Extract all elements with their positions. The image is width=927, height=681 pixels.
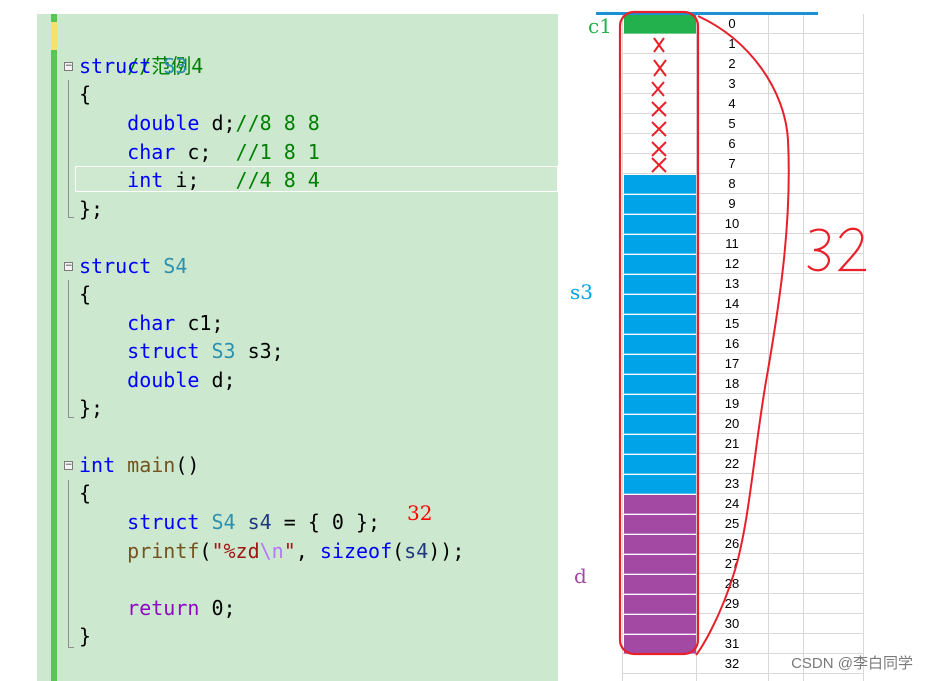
fold-guide-s4 [68, 280, 74, 418]
variable: s4 [404, 539, 429, 563]
keyword: int [127, 168, 164, 192]
code-line: double d;//8 8 8 [79, 109, 320, 137]
code-line: { [79, 479, 91, 507]
fold-toggle-s3[interactable]: − [64, 62, 73, 71]
handwritten-annotations [618, 10, 866, 656]
code-line: } [79, 622, 91, 650]
code-line: return 0; [79, 594, 236, 622]
keyword: struct [127, 339, 200, 363]
size-brace [695, 15, 790, 656]
code-line-struct-s4: struct S4 [79, 252, 187, 280]
function-name: printf [127, 539, 200, 563]
string-literal: "%zd [211, 539, 260, 563]
identifier: d; [199, 111, 236, 135]
watermark: CSDN @李白同学 [791, 655, 913, 672]
type-name: S3 [163, 54, 188, 78]
type-name: S3 [211, 339, 236, 363]
padding-marks [651, 37, 667, 173]
keyword: char [127, 311, 176, 335]
string-literal: " [283, 539, 296, 563]
initializer: = { 0 }; [271, 510, 381, 534]
identifier: c; [175, 140, 236, 164]
paren: )); [428, 539, 465, 563]
keyword: double [127, 368, 200, 392]
fold-guide-main [68, 480, 74, 648]
code-line: { [79, 80, 91, 108]
type-name: S4 [211, 510, 236, 534]
function-name: main [127, 453, 176, 477]
escape-sequence: \n [259, 539, 284, 563]
code-line: double d; [79, 366, 236, 394]
type-name: S4 [163, 254, 188, 278]
handwritten-result: 32 [407, 501, 433, 525]
keyword: char [127, 140, 176, 164]
code-line: char c; //1 8 1 [79, 138, 320, 166]
parens: () [175, 453, 200, 477]
keyword: sizeof [319, 539, 393, 563]
identifier: s3; [235, 339, 284, 363]
memory-layout-diagram: 0 1 2 3 4 5 6 7 8 9 10 11 12 13 14 15 16 17 18 19 20 21 22 23 24… [560, 0, 927, 681]
change-indicator-bar [51, 14, 57, 681]
size-note-32 [807, 227, 866, 272]
identifier: c1; [175, 311, 224, 335]
keyword: double [127, 111, 200, 135]
code-line: struct S3 s3; [79, 337, 284, 365]
code-editor[interactable]: − − − //范例4 struct S3 { double d;//8 8 8… [37, 14, 558, 681]
keyword: return [127, 596, 200, 620]
code-line-main: int main() [79, 451, 199, 479]
paren: ( [199, 539, 212, 563]
brace: }; [79, 396, 104, 420]
fold-toggle-s4[interactable]: − [64, 262, 73, 271]
unsaved-change-marker [51, 22, 57, 50]
code-line-struct-s3: struct S3 [79, 52, 187, 80]
code-line: { [79, 280, 91, 308]
code-line-current: int i; //4 8 4 [79, 166, 320, 194]
code-line: }; [79, 394, 103, 422]
comment: //4 8 4 [235, 168, 320, 192]
code-line: }; [79, 195, 103, 223]
fold-guide-s3 [68, 80, 74, 218]
brace: { [79, 82, 92, 106]
code-line: struct S4 s4 = { 0 }; [79, 508, 380, 536]
brace: { [79, 481, 92, 505]
brace: } [79, 624, 92, 648]
brace: { [79, 282, 92, 306]
keyword: struct [79, 54, 152, 78]
comma: , [295, 539, 320, 563]
code-line: printf("%zd\n", sizeof(s4)); [79, 537, 464, 565]
identifier: d; [199, 368, 236, 392]
comment: //1 8 1 [235, 140, 320, 164]
return-value: 0; [199, 596, 236, 620]
paren: ( [392, 539, 405, 563]
fold-toggle-main[interactable]: − [64, 461, 73, 470]
code-line: char c1; [79, 309, 224, 337]
keyword: struct [79, 254, 152, 278]
keyword: int [79, 453, 116, 477]
variable: s4 [247, 510, 272, 534]
identifier: i; [163, 168, 236, 192]
keyword: struct [127, 510, 200, 534]
comment: //8 8 8 [235, 111, 320, 135]
brace: }; [79, 197, 104, 221]
